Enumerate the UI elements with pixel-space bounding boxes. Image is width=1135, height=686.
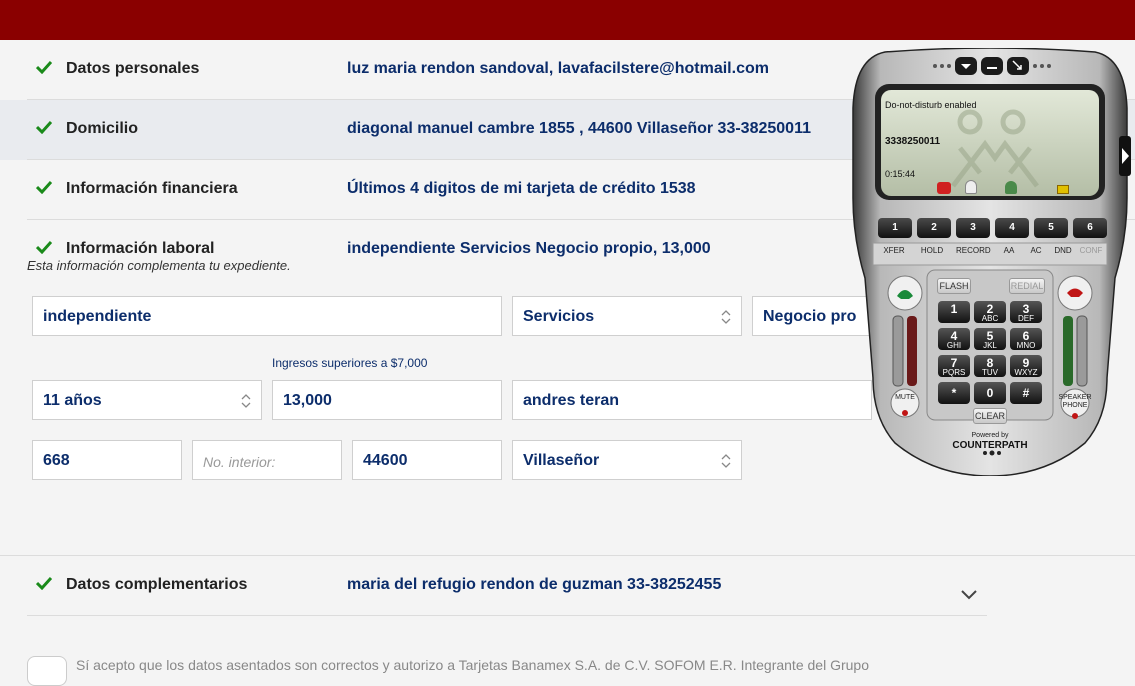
int-number-field[interactable]: No. interior:	[192, 440, 342, 480]
key-9[interactable]: 9 WXYZ	[1010, 355, 1042, 377]
line-5-button[interactable]: 5	[1034, 218, 1068, 238]
sector-select[interactable]: Servicios	[512, 296, 742, 336]
check-icon	[36, 60, 52, 74]
redial-button[interactable]: REDIAL	[1009, 278, 1045, 294]
section-label: Domicilio	[66, 120, 139, 137]
key-3[interactable]: 3 DEF	[1010, 301, 1042, 323]
select-arrows-icon	[721, 454, 731, 468]
hold-button[interactable]: HOLD	[918, 246, 946, 255]
ext-number-field[interactable]: 668	[32, 440, 182, 480]
occupation-field[interactable]: independiente	[32, 296, 502, 336]
contact-add-icon	[1005, 181, 1017, 194]
key-hash[interactable]: #	[1010, 382, 1042, 404]
top-bar	[0, 0, 1135, 40]
key-4[interactable]: 4 GHI	[938, 328, 970, 350]
section-summary: maria del refugio rendon de guzman 33-38…	[347, 576, 722, 593]
seniority-select[interactable]: 11 años	[32, 380, 262, 420]
xfer-button[interactable]: XFER	[880, 246, 908, 255]
consent-checkbox[interactable]	[27, 656, 67, 686]
check-icon	[36, 576, 52, 590]
check-icon	[36, 120, 52, 134]
section-summary: Últimos 4 digitos de mi tarjeta de crédi…	[347, 180, 696, 197]
key-7[interactable]: 7 PQRS	[938, 355, 970, 377]
key-2[interactable]: 2 ABC	[974, 301, 1006, 323]
softphone-timer: 0:15:44	[885, 169, 916, 179]
presence-icon	[965, 180, 977, 194]
key-8[interactable]: 8 TUV	[974, 355, 1006, 377]
company-field[interactable]: andres teran	[512, 380, 872, 420]
income-label: Ingresos superiores a $7,000	[272, 356, 428, 370]
line-2-button[interactable]: 2	[917, 218, 951, 238]
softphone-number: 3338250011	[885, 136, 941, 147]
select-arrows-icon	[721, 310, 731, 324]
conf-button[interactable]: CONF	[1077, 246, 1105, 255]
section-summary: diagonal manuel cambre 1855 , 44600 Vill…	[347, 120, 811, 137]
key-6[interactable]: 6 MNO	[1010, 328, 1042, 350]
mute-button[interactable]: MUTE	[890, 394, 920, 401]
dnd-button[interactable]: DND	[1049, 246, 1077, 255]
check-icon	[36, 180, 52, 194]
record-button[interactable]: RECORD	[956, 246, 991, 255]
income-field[interactable]: 13,000	[272, 380, 502, 420]
section-label: Datos complementarios	[66, 576, 248, 593]
flash-button[interactable]: FLASH	[937, 278, 971, 294]
section-datos-complementarios[interactable]: Datos complementarios maria del refugio …	[0, 556, 987, 616]
ac-button[interactable]: AC	[1022, 246, 1050, 255]
key-0[interactable]: 0	[974, 382, 1006, 404]
colony-value: Villaseñor	[523, 452, 600, 469]
line-4-button[interactable]: 4	[995, 218, 1029, 238]
chevron-down-icon[interactable]	[960, 588, 978, 600]
line-6-button[interactable]: 6	[1073, 218, 1107, 238]
dnd-phone-icon	[937, 182, 951, 194]
speakerphone-button[interactable]: SPEAKER PHONE	[1057, 394, 1093, 410]
key-1[interactable]: 1	[938, 301, 970, 323]
sector-value: Servicios	[523, 308, 595, 325]
section-summary: luz maria rendon sandoval, lavafacilster…	[347, 60, 769, 77]
lock-icon	[1057, 185, 1069, 194]
consent-text: Sí acepto que los datos asentados son co…	[76, 657, 869, 673]
line-1-button[interactable]: 1	[878, 218, 912, 238]
aa-button[interactable]: AA	[995, 246, 1023, 255]
check-icon	[36, 240, 52, 254]
section-summary: independiente Servicios Negocio propio, …	[347, 240, 711, 257]
key-star[interactable]: *	[938, 382, 970, 404]
softphone-window[interactable]: Do-not-disturb enabled 3338250011 0:15:4…	[845, 48, 1135, 476]
zip-field[interactable]: 44600	[352, 440, 502, 480]
section-label: Datos personales	[66, 60, 200, 77]
line-3-button[interactable]: 3	[956, 218, 990, 238]
colony-select[interactable]: Villaseñor	[512, 440, 742, 480]
clear-button[interactable]: CLEAR	[973, 408, 1007, 424]
seniority-value: 11 años	[43, 392, 102, 409]
powered-by-text: Powered by	[971, 432, 1009, 439]
labor-note: Esta información complementa tu expedien…	[27, 258, 291, 273]
section-label: Información laboral	[66, 240, 215, 257]
section-label: Información financiera	[66, 180, 238, 197]
key-5[interactable]: 5 JKL	[974, 328, 1006, 350]
select-arrows-icon	[241, 394, 251, 408]
counterpath-logo: COUNTERPATH	[952, 440, 1028, 451]
softphone-status: Do-not-disturb enabled	[885, 100, 977, 110]
